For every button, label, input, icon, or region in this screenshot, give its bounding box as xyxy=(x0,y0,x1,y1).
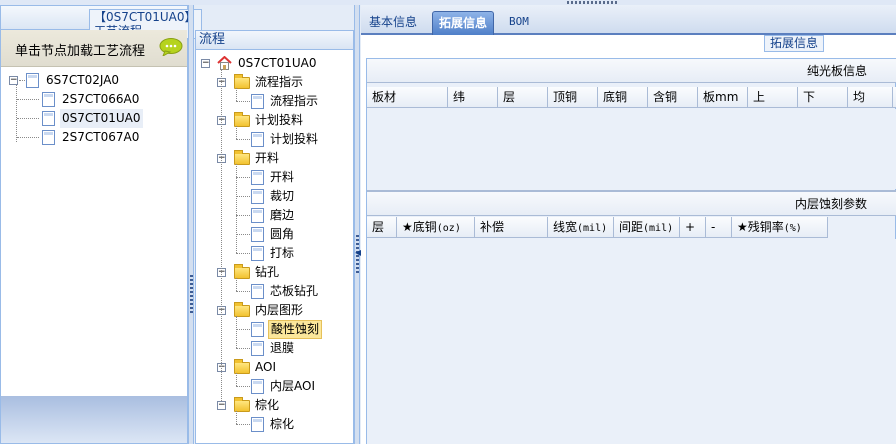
document-icon xyxy=(251,417,264,432)
tab-extended-info[interactable]: 拓展信息 xyxy=(432,11,495,35)
tree-node-child[interactable]: 2S7CT066A0 xyxy=(1,90,187,109)
flow-step[interactable]: 退膜 xyxy=(196,339,353,358)
extended-info-legend: 拓展信息 xyxy=(764,35,825,52)
document-icon xyxy=(42,92,55,107)
collapse-toggle-icon[interactable]: − xyxy=(201,59,210,68)
document-icon xyxy=(251,227,264,242)
collapse-toggle-icon[interactable]: − xyxy=(9,76,18,85)
column-header[interactable]: - xyxy=(706,217,732,238)
column-header[interactable]: 底铜 xyxy=(598,87,648,108)
column-header[interactable]: ★底铜(oz) xyxy=(397,217,475,238)
flow-group[interactable]: − 内层图形 xyxy=(196,301,353,320)
panel-footer xyxy=(1,396,187,443)
column-header[interactable]: 层 xyxy=(498,87,548,108)
process-flow-panel: 【0S7CT01UA0】工艺流程 单击节点加载工艺流程 − 6S7CT02JA0… xyxy=(0,5,202,444)
column-header[interactable]: 补偿 xyxy=(475,217,548,238)
extended-info-fieldset: 纯光板信息 板材纬层顶铜 底铜 含铜 板mm 上下均 内层蚀刻参数 层 ★底铜(oz) 补偿… xyxy=(366,58,896,444)
column-header[interactable]: 顶铜 xyxy=(548,87,598,108)
document-icon xyxy=(251,246,264,261)
flow-step[interactable]: 打标 xyxy=(196,244,353,263)
document-icon xyxy=(251,379,264,394)
flow-step[interactable]: 圆角 xyxy=(196,225,353,244)
flow-step[interactable]: 流程指示 xyxy=(196,92,353,111)
column-header[interactable]: 板材 xyxy=(367,87,448,108)
process-flow-panel-header: 【0S7CT01UA0】工艺流程 xyxy=(1,6,202,39)
bare-board-section-title: 纯光板信息 xyxy=(806,64,867,78)
flow-step[interactable]: 芯板钻孔 xyxy=(196,282,353,301)
load-hint-banner: 单击节点加载工艺流程 xyxy=(1,30,187,67)
flow-group[interactable]: − 棕化 xyxy=(196,396,353,415)
middle-splitter[interactable]: ◀ xyxy=(354,5,361,444)
flow-step[interactable]: 酸性蚀刻 xyxy=(196,320,353,339)
flow-step[interactable]: 开料 xyxy=(196,168,353,187)
column-header[interactable]: 间距(mil) xyxy=(614,217,680,238)
left-splitter[interactable] xyxy=(188,5,194,444)
document-icon xyxy=(251,132,264,147)
column-header[interactable]: 上 xyxy=(748,87,798,108)
column-header[interactable]: 层 xyxy=(367,217,397,238)
column-header[interactable]: 板mm xyxy=(698,87,748,108)
flow-step[interactable]: 棕化 xyxy=(196,415,353,434)
column-header[interactable]: + xyxy=(680,217,706,238)
inner-etch-grid-body[interactable] xyxy=(367,239,896,444)
document-icon xyxy=(251,322,264,337)
flow-step[interactable]: 计划投料 xyxy=(196,130,353,149)
tree-node-child[interactable]: 2S7CT067A0 xyxy=(1,128,187,147)
document-icon xyxy=(42,130,55,145)
column-header[interactable]: 下 xyxy=(798,87,848,108)
flow-panel: 流程 − 0S7CT01UA0 − 流程指示 流程指示 − 计划投料 计划投料 xyxy=(195,30,354,444)
flow-group[interactable]: − 流程指示 xyxy=(196,73,353,92)
tree-node-root[interactable]: − 6S7CT02JA0 xyxy=(1,71,187,90)
flow-group[interactable]: − 钻孔 xyxy=(196,263,353,282)
detail-panel: 基本信息 拓展信息 BOM 拓展信息 纯光板信息 板材纬层顶铜 底铜 含铜 板mm 上下… xyxy=(361,5,896,444)
column-header[interactable]: 含铜 xyxy=(648,87,698,108)
tab-basic-info[interactable]: 基本信息 xyxy=(363,11,423,35)
column-header[interactable]: 纬 xyxy=(448,87,498,108)
column-header[interactable]: ★残铜率(%) xyxy=(732,217,828,238)
document-icon xyxy=(42,111,55,126)
inner-etch-section-title: 内层蚀刻参数 xyxy=(794,197,867,211)
bare-board-grid-body[interactable] xyxy=(367,109,896,189)
flow-tree-root[interactable]: − 0S7CT01UA0 xyxy=(196,54,353,73)
document-icon xyxy=(251,94,264,109)
column-header[interactable]: 均 xyxy=(848,87,893,108)
document-icon xyxy=(251,341,264,356)
document-icon xyxy=(251,208,264,223)
flow-step[interactable]: 裁切 xyxy=(196,187,353,206)
document-icon xyxy=(251,284,264,299)
inner-etch-grid-header: 层 ★底铜(oz) 补偿 线宽(mil) 间距(mil) + - ★残铜率(%) xyxy=(367,217,828,238)
inner-etch-section-header: 内层蚀刻参数 xyxy=(367,192,896,216)
home-icon xyxy=(217,56,232,70)
flow-group[interactable]: − 计划投料 xyxy=(196,111,353,130)
document-icon xyxy=(26,73,39,88)
tab-bom[interactable]: BOM xyxy=(503,11,535,35)
speech-bubble-icon xyxy=(159,38,183,56)
column-header[interactable]: 线宽(mil) xyxy=(548,217,614,238)
flow-group[interactable]: − AOI xyxy=(196,358,353,377)
flow-group[interactable]: − 开料 xyxy=(196,149,353,168)
bare-board-section-header: 纯光板信息 xyxy=(367,59,896,83)
collapse-toggle-icon[interactable]: − xyxy=(217,401,226,410)
flow-step[interactable]: 内层AOI xyxy=(196,377,353,396)
document-icon xyxy=(251,189,264,204)
flow-step[interactable]: 磨边 xyxy=(196,206,353,225)
document-icon xyxy=(251,170,264,185)
load-hint-text: 单击节点加载工艺流程 xyxy=(15,44,146,59)
tree-node-child-current[interactable]: 0S7CT01UA0 xyxy=(1,109,187,128)
process-tree: − 6S7CT02JA0 2S7CT066A0 0S7CT01UA0 2S7CT… xyxy=(1,67,187,397)
tab-bar: 基本信息 拓展信息 BOM xyxy=(361,5,896,35)
flow-panel-title: 流程 xyxy=(196,31,353,50)
bare-board-grid-header: 板材纬层顶铜 底铜 含铜 板mm 上下均 xyxy=(367,87,896,108)
